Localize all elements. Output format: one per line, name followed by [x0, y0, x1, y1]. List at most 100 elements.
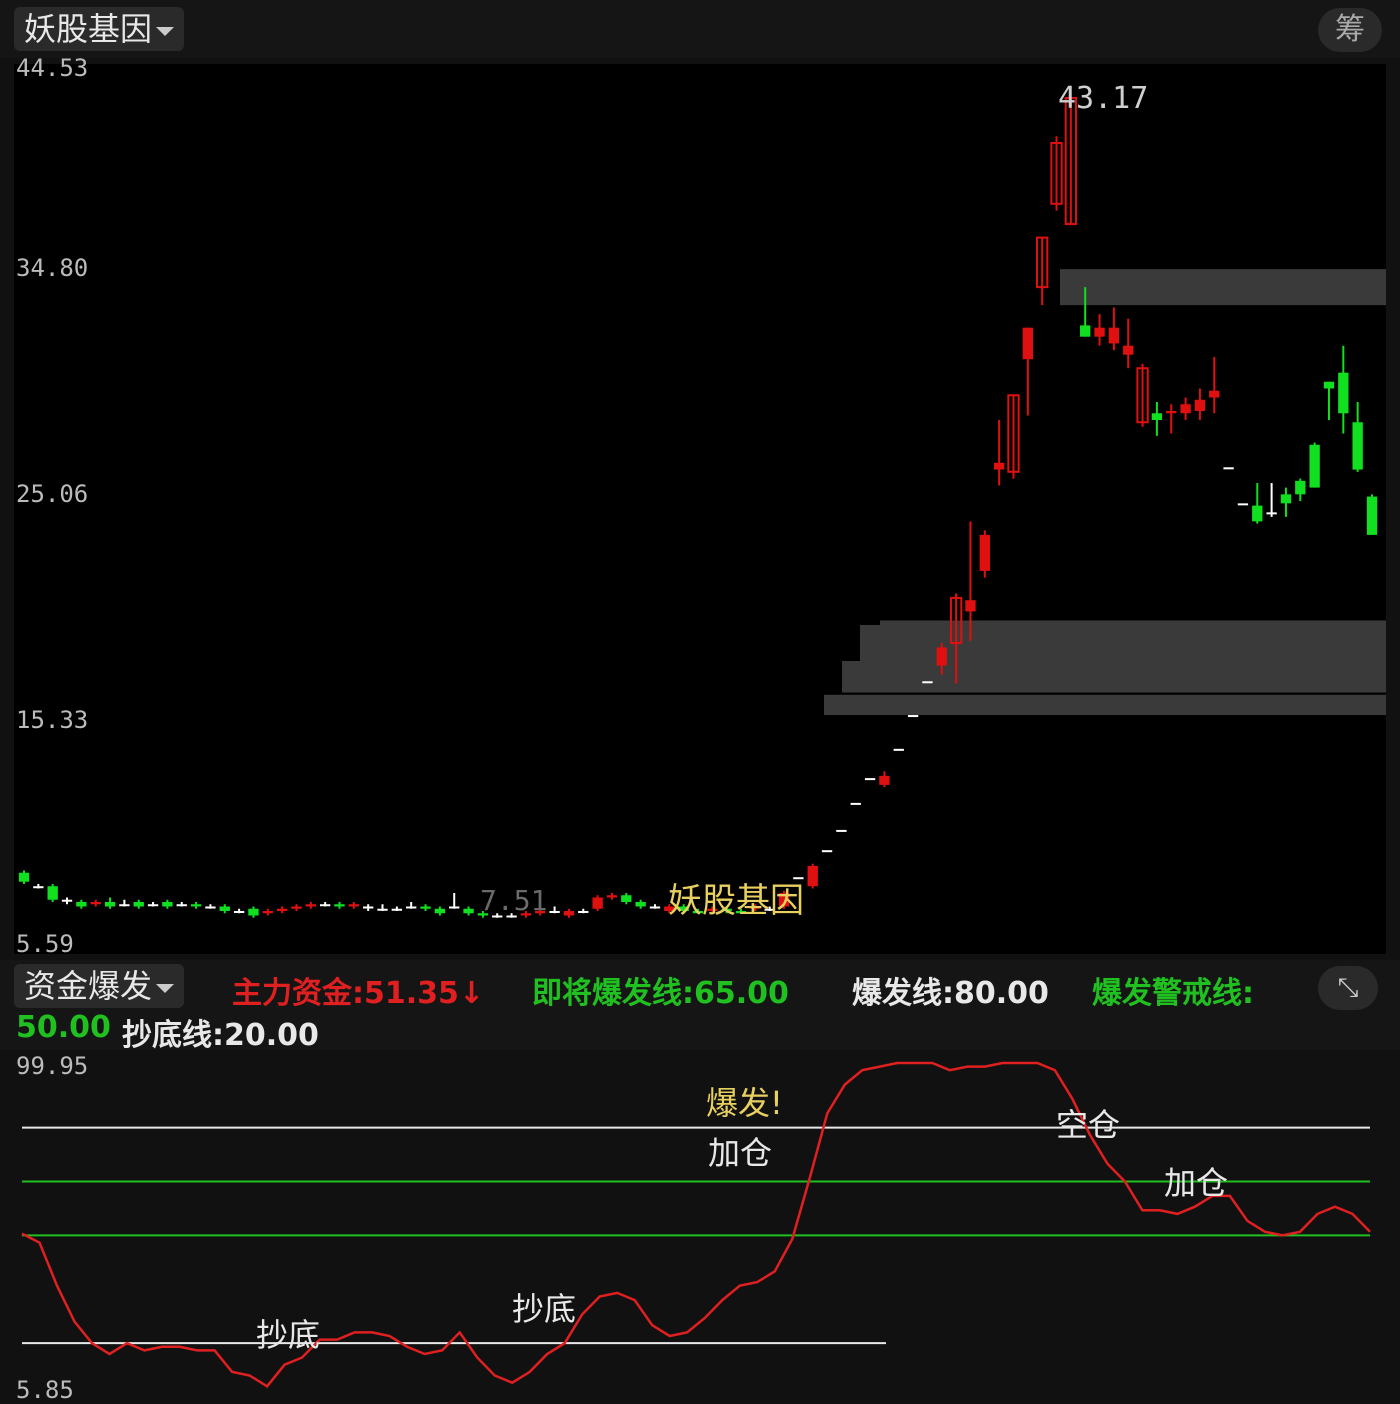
legend-bottom: 抄底线:20.00	[122, 1018, 319, 1053]
candle-body	[319, 904, 331, 907]
legend-main-fund: 主力资金:51.35↓	[232, 976, 485, 1011]
candle-body	[348, 904, 359, 907]
candle-body	[1323, 381, 1335, 389]
candle-body	[406, 906, 417, 909]
candle-body	[1194, 399, 1206, 412]
plot-area	[14, 64, 1386, 954]
low-price-label: 7.51	[480, 884, 547, 917]
candle-body	[1080, 325, 1091, 337]
overlay-signal-text: 妖股基因	[668, 881, 804, 921]
candle-body	[1209, 390, 1220, 398]
candle-body	[1237, 503, 1249, 506]
candle-body	[563, 910, 575, 916]
candle-body	[1151, 413, 1163, 421]
candle-body	[1123, 345, 1134, 355]
candle-body	[979, 534, 990, 571]
expand-icon[interactable]: ⤡	[1318, 966, 1378, 1010]
candle-body	[821, 850, 833, 853]
candle-body	[1022, 327, 1033, 360]
candle-body	[1280, 494, 1292, 504]
support-zone	[824, 694, 1386, 716]
candle-body	[793, 877, 804, 880]
candle-body	[1166, 411, 1177, 414]
y-tick-label: 34.80	[16, 254, 89, 282]
y-tick-label: 25.06	[16, 480, 89, 508]
candle-body	[850, 802, 861, 805]
candle-body	[434, 908, 446, 914]
candle-body	[836, 829, 847, 832]
candle-body	[133, 901, 144, 907]
legend-warning: 爆发警戒线:	[1092, 976, 1254, 1011]
candle-body	[305, 904, 316, 907]
signal-annotation: 抄底	[512, 1290, 576, 1328]
candle-body	[463, 908, 474, 914]
candle-body	[635, 901, 646, 907]
candle-body	[592, 897, 603, 909]
candle-body	[549, 910, 560, 913]
top-bar	[0, 0, 1400, 58]
candle	[1366, 494, 1378, 535]
candle-body	[119, 904, 130, 907]
candle-body	[233, 910, 245, 913]
candle	[893, 748, 904, 751]
support-zone	[1060, 269, 1386, 306]
candle-body	[377, 908, 388, 911]
candle	[793, 877, 804, 880]
candle-body	[1252, 505, 1263, 522]
indicator-dropdown-2[interactable]: 资金爆发	[14, 964, 185, 1008]
candle-body	[606, 895, 618, 898]
candle-body	[907, 715, 919, 718]
candle-body	[893, 748, 904, 751]
candle-body	[190, 904, 202, 907]
candle-body	[936, 647, 947, 666]
y-tick-label: 44.53	[16, 54, 89, 82]
candle	[592, 895, 603, 911]
signal-annotation: 加仓	[708, 1134, 772, 1172]
candle-body	[807, 865, 818, 887]
indicator-y-top: 99.95	[16, 1052, 89, 1080]
signal-annotation: 空仓	[1056, 1106, 1120, 1144]
candle-body	[147, 904, 159, 907]
candle-body	[1338, 372, 1349, 414]
candle-body	[334, 904, 345, 907]
support-zone	[842, 660, 1386, 693]
candle-body	[176, 904, 187, 907]
candle-body	[1352, 422, 1363, 470]
indicator-name-2: 资金爆发	[24, 967, 153, 1005]
indicator-dropdown[interactable]: 妖股基因	[14, 7, 185, 51]
candle-body	[1266, 512, 1277, 515]
candle-body	[649, 906, 661, 909]
candle-body	[1094, 327, 1105, 337]
y-tick-label: 15.33	[16, 706, 89, 734]
chevron-down-icon	[156, 26, 175, 36]
indicator-plot-area	[14, 1050, 1386, 1400]
candle-body	[104, 901, 116, 907]
candle	[821, 850, 833, 853]
signal-annotation: 爆发!	[706, 1084, 783, 1122]
candle-body	[33, 886, 44, 889]
candle-body	[1295, 480, 1306, 495]
candle	[1309, 442, 1320, 488]
candle-body	[1366, 496, 1378, 535]
chevron-down-icon	[156, 983, 175, 993]
candle	[922, 681, 933, 684]
y-tick-label: 5.59	[16, 930, 74, 958]
candle-body	[276, 908, 288, 911]
candle	[907, 715, 919, 718]
candle-body	[90, 901, 101, 905]
candle-body	[391, 908, 403, 911]
candlestick-chart: 43.17 7.51 妖股基因	[14, 64, 1386, 954]
indicator-name: 妖股基因	[24, 10, 153, 48]
candle	[47, 883, 58, 902]
candle-body	[248, 908, 259, 916]
candle-body	[1108, 327, 1120, 344]
candle	[836, 829, 847, 832]
candle-body	[47, 886, 58, 900]
chip-distribution-button[interactable]: 筹	[1318, 8, 1382, 52]
candle-body	[18, 872, 30, 882]
legend-burst: 爆发线:80.00	[852, 976, 1049, 1011]
indicator-chart: 爆发!加仓空仓加仓抄底抄底	[14, 1050, 1386, 1400]
candle-body	[621, 895, 632, 902]
candle-body	[1223, 467, 1234, 470]
candle-body	[420, 906, 431, 909]
